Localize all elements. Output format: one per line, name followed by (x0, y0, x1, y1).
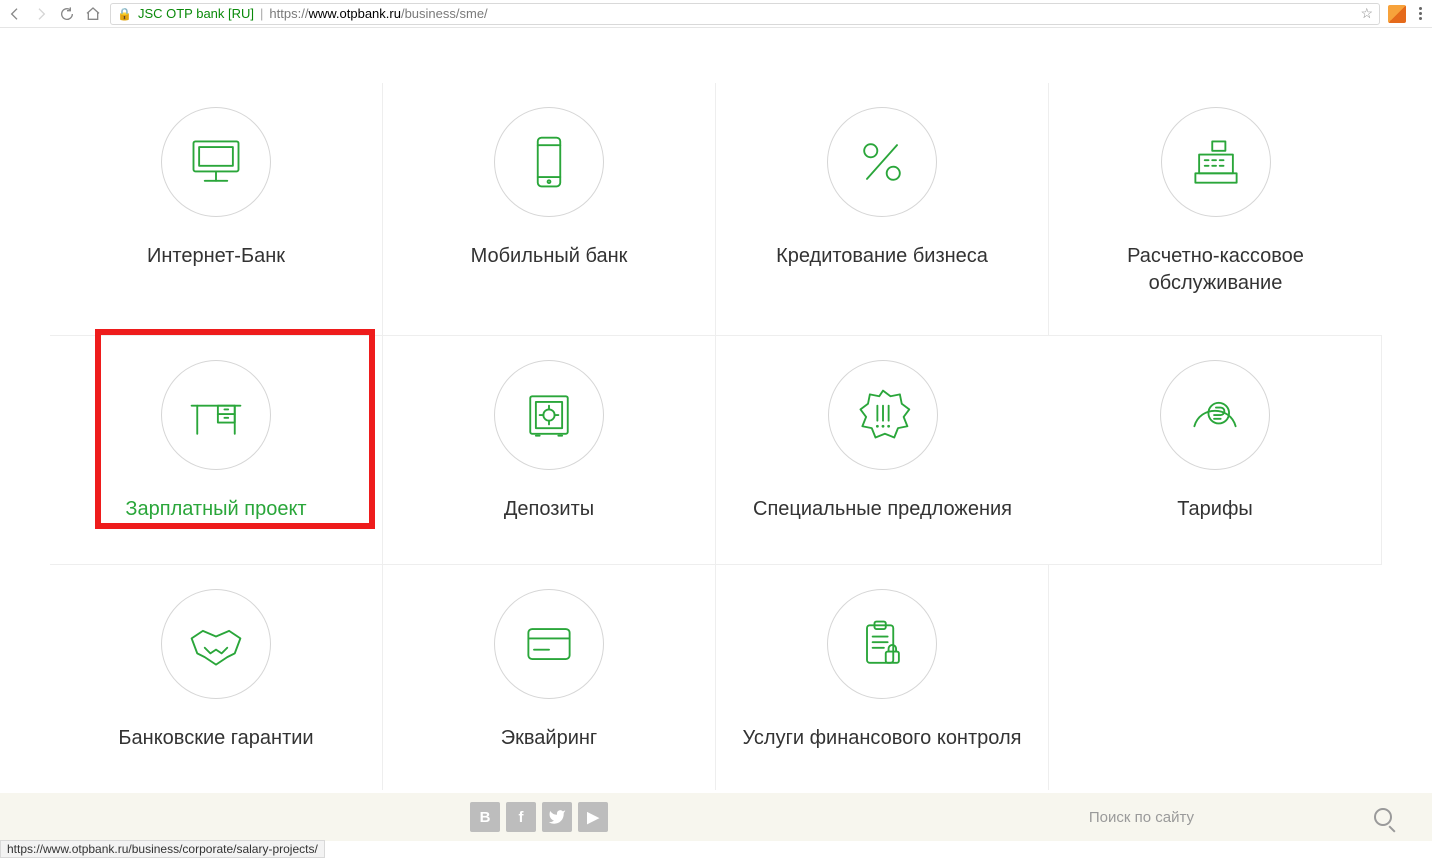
tile-label: Интернет-Банк (147, 243, 285, 270)
tile-label: Мобильный банк (471, 243, 628, 270)
bookmark-star-icon[interactable]: ☆ (1360, 5, 1373, 22)
tile-special-offers[interactable]: Специальные предложения (716, 335, 1049, 564)
url-text: https://www.otpbank.ru/business/sme/ (269, 6, 487, 21)
tile-label: Кредитование бизнеса (776, 243, 988, 270)
back-button[interactable] (6, 5, 24, 23)
tile-internet-bank[interactable]: Интернет-Банк (50, 83, 383, 335)
tile-acquiring[interactable]: Эквайринг (383, 564, 716, 790)
vk-icon[interactable]: B (470, 802, 500, 832)
tile-label: Услуги финансового контроля (743, 725, 1022, 752)
desk-icon (161, 360, 271, 470)
tile-salary-project[interactable]: Зарплатный проект (50, 335, 383, 564)
extension-icon[interactable] (1388, 5, 1406, 23)
tile-empty (1049, 564, 1382, 790)
cash-register-icon (1161, 107, 1271, 217)
tile-mobile-bank[interactable]: Мобильный банк (383, 83, 716, 335)
status-url: https://www.otpbank.ru/business/corporat… (7, 842, 318, 856)
browser-menu-button[interactable] (1414, 5, 1426, 22)
home-button[interactable] (84, 5, 102, 23)
page-body: Интернет-Банк Мобильный банк Кредитовани… (0, 28, 1432, 858)
tile-financial-control[interactable]: Услуги финансового контроля (716, 564, 1049, 790)
page-footer: B f ▶ Поиск по сайту (0, 793, 1432, 841)
tile-label: Расчетно-кассовое обслуживание (1059, 243, 1372, 297)
tile-label[interactable]: Зарплатный проект (125, 496, 306, 526)
tile-deposits[interactable]: Депозиты (383, 335, 716, 564)
tile-rko[interactable]: Расчетно-кассовое обслуживание (1049, 83, 1382, 335)
reload-button[interactable] (58, 5, 76, 23)
address-bar[interactable]: 🔒 JSC OTP bank [RU] | https://www.otpban… (110, 3, 1380, 25)
handshake-icon (161, 589, 271, 699)
facebook-icon[interactable]: f (506, 802, 536, 832)
tile-bank-guarantees[interactable]: Банковские гарантии (50, 564, 383, 790)
tile-label: Тарифы (1177, 496, 1253, 523)
secure-origin-label: JSC OTP bank [RU] (138, 6, 254, 21)
search-icon[interactable] (1374, 808, 1392, 826)
tile-label: Эквайринг (501, 725, 597, 752)
twitter-icon[interactable] (542, 802, 572, 832)
monitor-icon (161, 107, 271, 217)
badge-exclaim-icon (828, 360, 938, 470)
search-placeholder-text[interactable]: Поиск по сайту (1089, 809, 1194, 826)
ruble-coin-icon (1160, 360, 1270, 470)
tile-tariffs[interactable]: Тарифы (1049, 335, 1382, 564)
status-bar: https://www.otpbank.ru/business/corporat… (0, 840, 325, 858)
percent-icon (827, 107, 937, 217)
safe-icon (494, 360, 604, 470)
tile-credit[interactable]: Кредитование бизнеса (716, 83, 1049, 335)
lock-icon: 🔒 (117, 7, 132, 21)
clipboard-lock-icon (827, 589, 937, 699)
credit-card-icon (494, 589, 604, 699)
social-links: B f ▶ (470, 802, 608, 832)
tile-label: Специальные предложения (753, 496, 1012, 523)
forward-button[interactable] (32, 5, 50, 23)
smartphone-icon (494, 107, 604, 217)
tile-label: Депозиты (504, 496, 594, 523)
tile-label: Банковские гарантии (118, 725, 313, 752)
browser-toolbar: 🔒 JSC OTP bank [RU] | https://www.otpban… (0, 0, 1432, 28)
youtube-icon[interactable]: ▶ (578, 802, 608, 832)
